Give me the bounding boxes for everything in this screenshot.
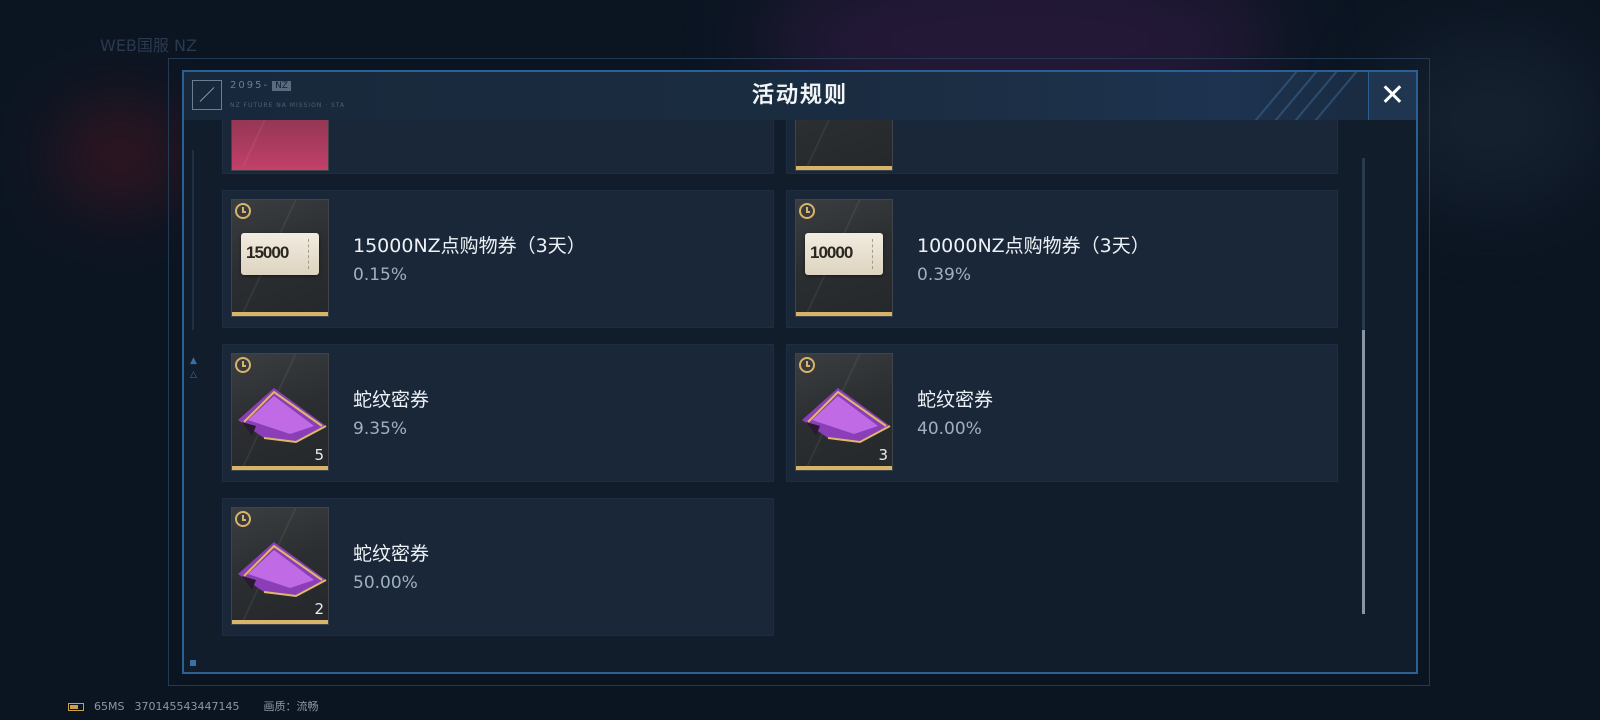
reward-rate: 40.00% — [917, 419, 982, 439]
clock-icon — [799, 203, 815, 219]
snake-coupon-icon — [238, 388, 327, 444]
reward-rate: 9.35% — [353, 419, 408, 439]
scrollbar-thumb[interactable] — [1362, 330, 1365, 614]
reward-list[interactable]: ▲ △ 15000 15000NZ点购物券（3天） 0.15% 10000 10… — [184, 120, 1416, 672]
reward-card-partial — [222, 120, 774, 174]
status-bar: 65MS 370145543447145 画质：流畅 — [68, 698, 328, 714]
reward-quantity: 5 — [314, 446, 324, 464]
reward-thumbnail: 15000 — [231, 199, 329, 317]
reward-rate: 50.00% — [353, 573, 418, 593]
reward-thumbnail — [231, 120, 329, 171]
corner-marker — [190, 660, 196, 666]
reward-rate: 0.15% — [353, 265, 408, 285]
reward-thumbnail — [795, 120, 893, 171]
quality-label: 画质：流畅 — [263, 700, 319, 713]
reward-card: 3 蛇纹密券 40.00% — [786, 344, 1338, 482]
voucher-icon: 15000 — [241, 233, 319, 275]
ping-value: 65MS — [94, 700, 125, 713]
clock-icon — [235, 203, 251, 219]
close-button[interactable]: ✕ — [1368, 72, 1416, 120]
voucher-icon: 10000 — [805, 233, 883, 275]
reward-name: 蛇纹密券 — [353, 543, 430, 565]
clock-icon — [235, 511, 251, 527]
reward-card-partial — [786, 120, 1338, 174]
reward-quantity: 2 — [314, 600, 324, 618]
background-glow — [60, 110, 180, 200]
reward-thumbnail: 2 — [231, 507, 329, 625]
reward-card: 10000 10000NZ点购物券（3天） 0.39% — [786, 190, 1338, 328]
scrollbar[interactable] — [1362, 158, 1365, 614]
reward-quantity: 3 — [878, 446, 888, 464]
clock-icon — [235, 357, 251, 373]
battery-icon — [68, 703, 84, 711]
voucher-value: 15000 — [246, 243, 289, 262]
reward-rate: 0.39% — [917, 265, 972, 285]
player-id: 370145543447145 — [134, 700, 240, 713]
scroll-marker-icon: △ — [190, 370, 197, 380]
reward-name: 蛇纹密券 — [353, 389, 430, 411]
snake-coupon-icon — [238, 542, 327, 598]
snake-coupon-icon — [802, 388, 891, 444]
side-decoration — [192, 150, 194, 330]
reward-card: 5 蛇纹密券 9.35% — [222, 344, 774, 482]
reward-thumbnail: 5 — [231, 353, 329, 471]
reward-name: 10000NZ点购物券（3天） — [917, 235, 1150, 257]
dialog-title: 活动规则 — [751, 83, 848, 108]
voucher-value: 10000 — [810, 243, 853, 262]
reward-name: 15000NZ点购物券（3天） — [353, 235, 586, 257]
reward-name: 蛇纹密券 — [917, 389, 994, 411]
close-icon: ✕ — [1379, 78, 1406, 113]
reward-thumbnail: 3 — [795, 353, 893, 471]
activity-rules-dialog: 2095- NZ NZ FUTURE NA MISSION · STA 活动规则 … — [182, 70, 1418, 674]
reward-card: 15000 15000NZ点购物券（3天） 0.15% — [222, 190, 774, 328]
dialog-header: 2095- NZ NZ FUTURE NA MISSION · STA 活动规则 … — [184, 72, 1416, 121]
reward-thumbnail: 10000 — [795, 199, 893, 317]
background-hint-text: WEB国服 NZ — [100, 36, 197, 55]
clock-icon — [799, 357, 815, 373]
reward-card: 2 蛇纹密券 50.00% — [222, 498, 774, 636]
scroll-up-arrow-icon: ▲ — [190, 356, 197, 366]
